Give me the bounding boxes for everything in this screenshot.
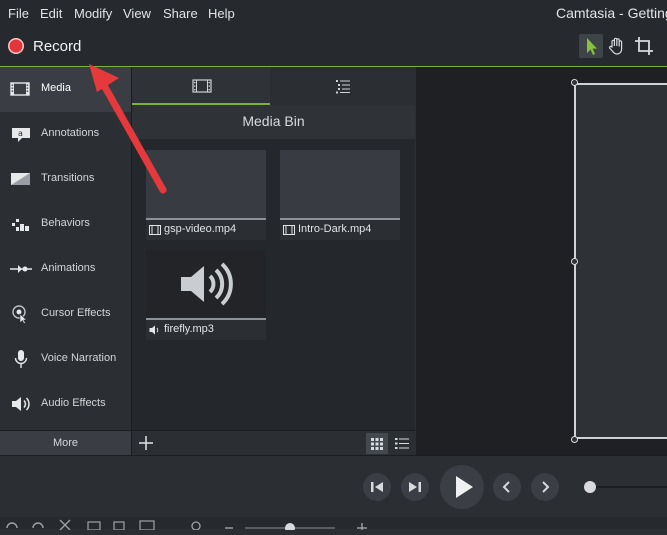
resize-handle[interactable] bbox=[571, 79, 578, 86]
animation-icon bbox=[10, 265, 32, 273]
crop-tool-button[interactable] bbox=[632, 34, 656, 58]
app-title: Camtasia - Getting bbox=[556, 5, 667, 21]
next-marker-button[interactable] bbox=[531, 473, 559, 501]
playback-controls bbox=[0, 455, 667, 518]
scrubber-track bbox=[590, 486, 667, 488]
sidebar-item-cursor-effects[interactable]: Cursor Effects bbox=[0, 292, 131, 337]
menu-modify[interactable]: Modify bbox=[74, 6, 112, 21]
record-button[interactable]: Record bbox=[0, 28, 95, 66]
chevron-left-icon bbox=[502, 481, 510, 493]
pointer-icon bbox=[587, 38, 597, 55]
scrubber-thumb[interactable] bbox=[584, 481, 596, 493]
clip-thumbnail bbox=[280, 150, 400, 220]
sidebar-item-label: Cursor Effects bbox=[41, 307, 111, 319]
clip-name: Intro-Dark.mp4 bbox=[298, 223, 372, 235]
clip-name: firefly.mp3 bbox=[164, 323, 214, 335]
media-clip[interactable]: Intro-Dark.mp4 bbox=[280, 150, 400, 240]
behaviors-icon bbox=[12, 219, 29, 231]
pan-tool-button[interactable] bbox=[605, 34, 629, 58]
media-bin-footer bbox=[132, 430, 415, 456]
sidebar-item-label: Voice Narration bbox=[41, 352, 117, 364]
cursor-icon bbox=[12, 305, 28, 324]
sidebar-item-label: Animations bbox=[41, 262, 96, 274]
list-icon bbox=[336, 80, 350, 94]
menu-view[interactable]: View bbox=[123, 6, 151, 21]
record-label: Record bbox=[33, 38, 82, 55]
film-icon bbox=[10, 82, 30, 96]
tab-library[interactable] bbox=[271, 67, 415, 105]
select-tool-button[interactable] bbox=[579, 34, 603, 58]
sidebar-item-label: Media bbox=[41, 82, 71, 94]
transition-icon bbox=[11, 173, 30, 185]
timeline-toolbar bbox=[0, 517, 667, 533]
details-view-button[interactable] bbox=[391, 433, 413, 454]
resize-handle[interactable] bbox=[571, 436, 578, 443]
play-icon bbox=[456, 476, 473, 498]
clip-thumbnail bbox=[146, 250, 266, 320]
audio-speaker-icon bbox=[181, 262, 233, 306]
sidebar-item-label: Audio Effects bbox=[41, 397, 106, 409]
menu-file[interactable]: File bbox=[8, 6, 29, 21]
sidebar-item-behaviors[interactable]: Behaviors bbox=[0, 202, 131, 247]
menu-share[interactable]: Share bbox=[163, 6, 198, 21]
play-button[interactable] bbox=[440, 465, 484, 509]
step-back-button[interactable] bbox=[363, 473, 391, 501]
more-button[interactable]: More bbox=[0, 430, 131, 456]
speaker-icon bbox=[12, 397, 30, 411]
audio-file-icon bbox=[149, 325, 159, 335]
resize-handle[interactable] bbox=[571, 258, 578, 265]
canvas-area bbox=[416, 67, 667, 455]
crop-icon bbox=[635, 37, 653, 55]
thumbnail-view-button[interactable] bbox=[366, 433, 388, 454]
red-arrow-annotation bbox=[89, 64, 167, 194]
sidebar-item-label: Behaviors bbox=[41, 217, 90, 229]
sidebar-item-animations[interactable]: Animations bbox=[0, 247, 131, 292]
playhead-scrubber[interactable] bbox=[584, 480, 667, 494]
list-icon bbox=[395, 438, 409, 449]
hand-icon bbox=[608, 37, 623, 55]
sidebar-item-voice-narration[interactable]: Voice Narration bbox=[0, 337, 131, 382]
step-back-icon bbox=[371, 482, 383, 492]
microphone-icon bbox=[14, 350, 28, 368]
previous-marker-button[interactable] bbox=[493, 473, 521, 501]
video-file-icon bbox=[149, 225, 161, 235]
step-forward-button[interactable] bbox=[401, 473, 429, 501]
record-icon bbox=[8, 38, 24, 54]
step-forward-icon bbox=[409, 482, 421, 492]
canvas-preview[interactable] bbox=[574, 83, 667, 439]
menu-bar: File Edit Modify View Share Help Camtasi… bbox=[0, 0, 667, 28]
svg-text:a: a bbox=[18, 129, 23, 138]
grid-icon bbox=[371, 438, 383, 450]
sidebar-item-audio-effects[interactable]: Audio Effects bbox=[0, 382, 131, 427]
video-file-icon bbox=[283, 225, 295, 235]
more-label: More bbox=[52, 437, 79, 449]
film-icon bbox=[192, 79, 212, 93]
media-clip[interactable]: firefly.mp3 bbox=[146, 250, 266, 340]
timeline-tool-icons bbox=[6, 519, 367, 533]
menu-edit[interactable]: Edit bbox=[40, 6, 62, 21]
clip-name: gsp-video.mp4 bbox=[164, 223, 237, 235]
plus-icon bbox=[139, 436, 153, 450]
menu-help[interactable]: Help bbox=[208, 6, 235, 21]
add-media-button[interactable] bbox=[136, 433, 156, 453]
annotation-icon: a bbox=[12, 128, 30, 142]
chevron-right-icon bbox=[542, 481, 550, 493]
